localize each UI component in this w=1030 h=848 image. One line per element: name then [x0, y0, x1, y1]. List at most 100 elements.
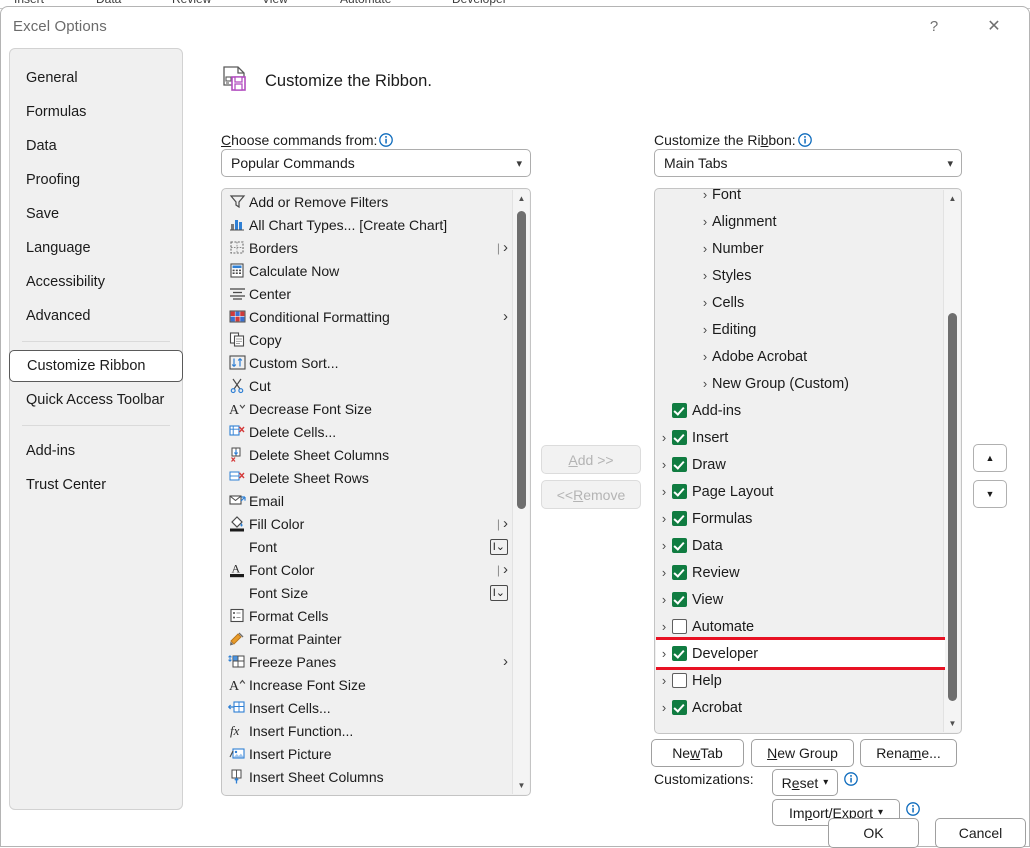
- customize-ribbon-dropdown[interactable]: Main Tabs ▾: [654, 149, 962, 177]
- sidebar-item-save[interactable]: Save: [10, 197, 182, 231]
- sidebar-item-data[interactable]: Data: [10, 129, 182, 163]
- tree-item[interactable]: › Automate: [656, 613, 945, 640]
- scrollbar-thumb[interactable]: [948, 313, 957, 701]
- checkbox-checked[interactable]: [672, 592, 687, 607]
- tree-item[interactable]: › Page Layout: [656, 478, 945, 505]
- command-list-item[interactable]: Custom Sort...: [223, 351, 514, 374]
- tree-item[interactable]: › Alignment: [656, 208, 945, 235]
- command-list-item[interactable]: fx Insert Function...: [223, 719, 514, 742]
- tree-item[interactable]: › Draw: [656, 451, 945, 478]
- checkbox-checked[interactable]: [672, 430, 687, 445]
- tree-item[interactable]: › Adobe Acrobat: [656, 343, 945, 370]
- tree-item[interactable]: › View: [656, 586, 945, 613]
- command-list-item[interactable]: Center: [223, 282, 514, 305]
- command-list-item[interactable]: Freeze Panes ›: [223, 650, 514, 673]
- command-list-item[interactable]: Insert Cells...: [223, 696, 514, 719]
- move-up-button[interactable]: ▲: [973, 444, 1007, 472]
- expand-chevron-icon[interactable]: ›: [656, 484, 672, 499]
- scroll-down-icon[interactable]: ▼: [944, 715, 961, 732]
- checkbox-checked[interactable]: [672, 511, 687, 526]
- expand-chevron-icon[interactable]: ›: [698, 189, 712, 202]
- choose-commands-dropdown[interactable]: Popular Commands ▾: [221, 149, 531, 177]
- command-list-item[interactable]: Cut: [223, 374, 514, 397]
- command-list-item[interactable]: Format Cells: [223, 604, 514, 627]
- commands-scrollbar[interactable]: ▲ ▼: [512, 190, 529, 794]
- sidebar-item-advanced[interactable]: Advanced: [10, 299, 182, 333]
- command-list-item[interactable]: Calculate Now: [223, 259, 514, 282]
- tree-item[interactable]: › Formulas: [656, 505, 945, 532]
- command-list-item[interactable]: Add or Remove Filters: [223, 190, 514, 213]
- expand-chevron-icon[interactable]: ›: [656, 430, 672, 445]
- ribbon-tree-scrollbar[interactable]: ▲ ▼: [943, 190, 960, 732]
- expand-chevron-icon[interactable]: ›: [656, 673, 672, 688]
- sidebar-item-proofing[interactable]: Proofing: [10, 163, 182, 197]
- expand-chevron-icon[interactable]: ›: [698, 214, 712, 229]
- cancel-button[interactable]: Cancel: [935, 818, 1026, 848]
- command-list-item[interactable]: Delete Sheet Rows: [223, 466, 514, 489]
- expand-chevron-icon[interactable]: ›: [698, 376, 712, 391]
- info-icon[interactable]: [379, 133, 394, 147]
- command-list-item[interactable]: Insert Sheet Columns: [223, 765, 514, 788]
- reset-button[interactable]: Re set ▾: [772, 769, 838, 796]
- command-list-item[interactable]: Format Painter: [223, 627, 514, 650]
- scroll-down-icon[interactable]: ▼: [513, 777, 530, 794]
- checkbox-checked[interactable]: [672, 457, 687, 472]
- checkbox-checked[interactable]: [672, 538, 687, 553]
- tree-item[interactable]: › Cells: [656, 289, 945, 316]
- tree-item[interactable]: › Number: [656, 235, 945, 262]
- info-icon[interactable]: [906, 802, 920, 816]
- commands-listbox[interactable]: Add or Remove Filters All Chart Types... …: [221, 188, 531, 796]
- checkbox-checked[interactable]: [672, 565, 687, 580]
- checkbox-checked[interactable]: [672, 403, 687, 418]
- remove-button[interactable]: << Remove: [541, 480, 641, 509]
- expand-chevron-icon[interactable]: ›: [698, 268, 712, 283]
- new-group-button[interactable]: New Group: [751, 739, 854, 767]
- expand-chevron-icon[interactable]: ›: [698, 322, 712, 337]
- sidebar-item-quick-access-toolbar[interactable]: Quick Access Toolbar: [10, 383, 182, 417]
- expand-chevron-icon[interactable]: ›: [656, 619, 672, 634]
- checkbox-checked[interactable]: [672, 484, 687, 499]
- add-button[interactable]: Add >>: [541, 445, 641, 474]
- expand-chevron-icon[interactable]: ›: [656, 538, 672, 553]
- sidebar-item-add-ins[interactable]: Add-ins: [10, 434, 182, 468]
- expand-chevron-icon[interactable]: ›: [698, 241, 712, 256]
- sidebar-item-trust-center[interactable]: Trust Center: [10, 468, 182, 502]
- tree-item[interactable]: › Data: [656, 532, 945, 559]
- tree-item[interactable]: › Insert: [656, 424, 945, 451]
- expand-chevron-icon[interactable]: ›: [698, 349, 712, 364]
- new-tab-button[interactable]: Ne w Tab: [651, 739, 744, 767]
- command-list-item[interactable]: A Increase Font Size: [223, 673, 514, 696]
- command-list-item[interactable]: Delete Sheet Columns: [223, 443, 514, 466]
- sidebar-item-general[interactable]: General: [10, 61, 182, 95]
- expand-chevron-icon[interactable]: ›: [656, 457, 672, 472]
- info-icon[interactable]: [844, 772, 858, 786]
- command-list-item[interactable]: Email: [223, 489, 514, 512]
- command-list-item[interactable]: Font I⌄: [223, 535, 514, 558]
- sidebar-item-accessibility[interactable]: Accessibility: [10, 265, 182, 299]
- tree-item[interactable]: › Editing: [656, 316, 945, 343]
- expand-chevron-icon[interactable]: ›: [656, 646, 672, 661]
- command-list-item[interactable]: Conditional Formatting ›: [223, 305, 514, 328]
- command-list-item[interactable]: Fill Color | ›: [223, 512, 514, 535]
- expand-chevron-icon[interactable]: ›: [656, 592, 672, 607]
- scroll-up-icon[interactable]: ▲: [513, 190, 530, 207]
- tree-item[interactable]: › New Group (Custom): [656, 370, 945, 397]
- move-down-button[interactable]: ▼: [973, 480, 1007, 508]
- command-list-item[interactable]: All Chart Types... [Create Chart]: [223, 213, 514, 236]
- expand-chevron-icon[interactable]: ›: [656, 700, 672, 715]
- command-list-item[interactable]: Borders | ›: [223, 236, 514, 259]
- command-list-item[interactable]: Font Size I⌄: [223, 581, 514, 604]
- ok-button[interactable]: OK: [828, 818, 919, 848]
- close-icon[interactable]: ✕: [973, 11, 1015, 41]
- sidebar-item-customize-ribbon[interactable]: Customize Ribbon: [9, 350, 183, 382]
- help-button[interactable]: ?: [913, 11, 955, 41]
- tree-item[interactable]: Add-ins: [656, 397, 945, 424]
- sidebar-item-formulas[interactable]: Formulas: [10, 95, 182, 129]
- tree-item[interactable]: › Acrobat: [656, 694, 945, 721]
- scrollbar-thumb[interactable]: [517, 211, 526, 509]
- checkbox-unchecked[interactable]: [672, 619, 687, 634]
- rename-button[interactable]: Rena m e...: [860, 739, 957, 767]
- sidebar-item-language[interactable]: Language: [10, 231, 182, 265]
- command-list-item[interactable]: Insert Picture: [223, 742, 514, 765]
- expand-chevron-icon[interactable]: ›: [656, 565, 672, 580]
